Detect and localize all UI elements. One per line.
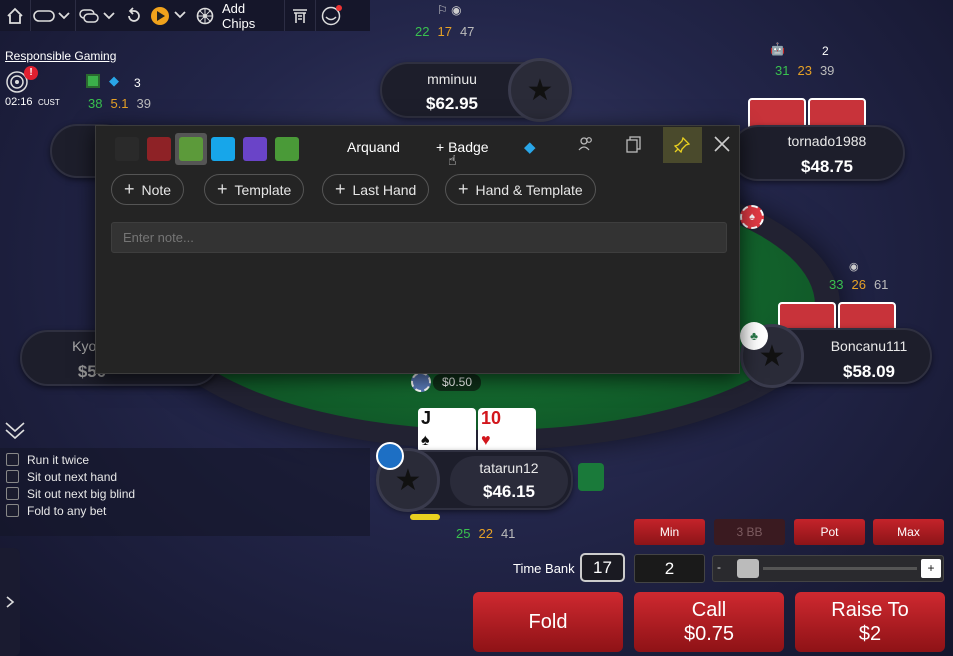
add-last-hand-button[interactable]: + Last Hand [322,174,430,205]
player-pod-hero[interactable]: ★ tatarun12 $46.15 [376,448,573,512]
note-input[interactable] [111,222,727,253]
rebuy-icon[interactable] [120,0,148,31]
max-bet-button[interactable]: Max [873,519,944,545]
eye-icon: ⚐ ◉ [437,3,462,17]
pin-button[interactable] [663,127,702,163]
time-bank-button[interactable]: 17 [580,553,625,582]
close-icon[interactable] [713,135,731,158]
add-template-button[interactable]: + Template [204,174,305,205]
spade-badge-icon: ♣ [740,322,768,350]
autoplay-dropdown[interactable] [148,0,192,31]
bet-slider[interactable]: - + [712,555,944,582]
dealer-chip: ♠ [740,205,764,229]
slider-minus[interactable]: - [717,560,721,574]
cursor-icon: ☝ [448,152,457,168]
home-icon[interactable] [0,0,30,31]
hero-card-1: J ♠ [418,408,476,456]
player-pod-boncanu111[interactable]: ★ Boncanu111 $58.09 [740,324,932,388]
alert-badge: ! [24,66,38,80]
player-pod-tornado1988[interactable]: tornado1988 $48.75 [730,125,905,181]
pot-amount: $0.50 [433,374,481,391]
option-fold-to-any-bet[interactable]: Fold to any bet [6,502,135,519]
checkbox[interactable] [6,453,19,466]
fish-icon[interactable]: ◆ [524,138,536,156]
raise-button[interactable]: Raise To $2 [795,592,945,652]
left-player-stats: 38 5.1 39 [88,96,152,111]
top-player-stats: 22 17 47 [415,24,475,39]
color-swatch[interactable] [147,137,171,161]
fold-button[interactable]: Fold [473,592,623,652]
multi-table-dropdown[interactable] [76,0,120,31]
slider-handle[interactable] [737,559,759,578]
pot-chip-icon [411,372,431,392]
hero-badge-icon [376,442,404,470]
robot-icon: 🤖 [770,42,785,56]
pot-bet-button[interactable]: Pot [794,519,865,545]
player-pod-mminuu[interactable]: mminuu $62.95 ★ [380,58,572,122]
bet-amount-input[interactable]: 2 [634,554,705,583]
player-notes-popup: Arquand + Badge ☝ ◆ + Note + Template + Las… [95,125,740,374]
add-hand-template-button[interactable]: + Hand & Template [445,174,596,205]
hero-card-2: 10 ♥ [478,408,536,456]
top-toolbar: Add Chips [0,0,370,31]
session-time: 02:16 [5,96,33,108]
eye-icon: ◉ [849,261,859,273]
player-name: Arquand [347,139,400,155]
checkbox[interactable] [6,487,19,500]
color-swatch[interactable] [211,137,235,161]
fish-icon: ◆ [109,73,119,88]
lobby-icon[interactable] [285,0,315,31]
slider-track [763,567,917,570]
hero-info: tatarun12 $46.15 [450,456,568,506]
add-note-button[interactable]: + Note [111,174,185,205]
checkbox[interactable] [6,504,19,517]
responsible-gaming-link[interactable]: Responsible Gaming [5,49,116,63]
call-button[interactable]: Call $0.75 [634,592,784,652]
collapse-chevrons-icon[interactable] [4,420,26,445]
tornado-count: 2 [822,44,829,58]
note-color-icon [86,74,100,88]
add-chips-button[interactable]: Add Chips [218,0,284,31]
copy-icon[interactable] [626,136,642,159]
chat-icon[interactable] [316,0,346,31]
slider-plus[interactable]: + [921,559,941,578]
time-bank-label: Time Bank [513,561,575,576]
min-bet-button[interactable]: Min [634,519,705,545]
checkbox[interactable] [6,470,19,483]
color-swatch[interactable] [275,137,299,161]
add-badge-button[interactable]: + Badge [436,139,489,155]
avatar: ★ [508,58,572,122]
chip-stack-icon[interactable] [578,463,604,491]
player-count: 3 [134,76,141,90]
options-list: Run it twice Sit out next hand Sit out n… [6,451,135,519]
timer-bar [410,514,440,520]
cust-label: CUST [38,98,60,107]
users-icon[interactable] [578,136,594,157]
option-sit-out-next-big-blind[interactable]: Sit out next big blind [6,485,135,502]
hero-stats: 25 22 41 [456,526,516,541]
wheel-icon[interactable] [192,0,218,31]
side-panel-toggle[interactable] [0,548,20,656]
option-run-it-twice[interactable]: Run it twice [6,451,135,468]
color-swatch[interactable] [115,137,139,161]
notification-dot [336,5,342,11]
boncanu-stats: 33 26 61 [829,277,889,292]
table-view-dropdown[interactable] [31,0,75,31]
option-sit-out-next-hand[interactable]: Sit out next hand [6,468,135,485]
color-swatch[interactable] [243,137,267,161]
color-swatch-selected[interactable] [179,137,203,161]
3bb-bet-button[interactable]: 3 BB [714,519,785,545]
tornado-stats: 31 23 39 [775,63,835,78]
